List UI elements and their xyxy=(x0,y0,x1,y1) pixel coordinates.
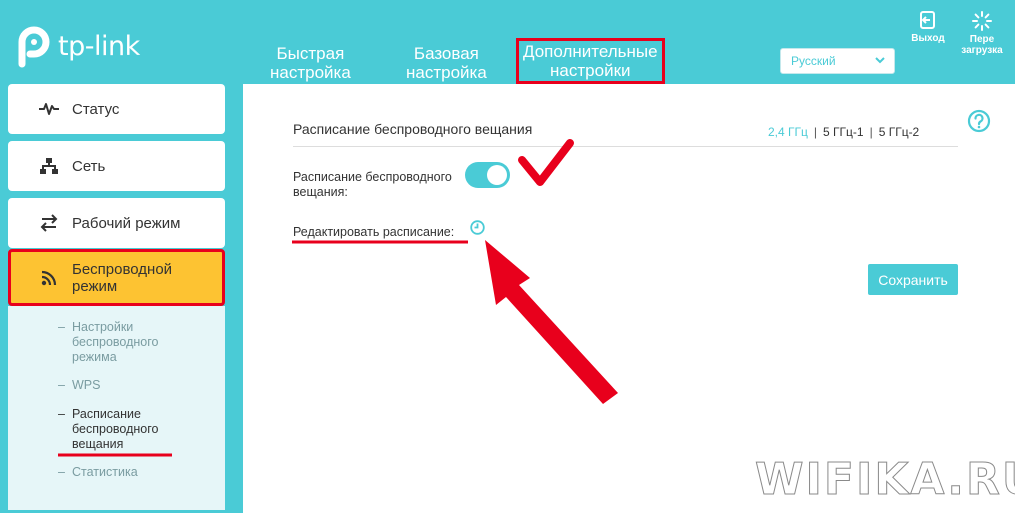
sidebar-item-status[interactable]: Статус xyxy=(8,84,225,134)
submenu-item-wireless-settings[interactable]: – Настройки беспроводного режима xyxy=(58,320,159,365)
reboot-label-line1: Пере xyxy=(969,34,995,45)
logo-text: tp-link xyxy=(58,30,140,62)
save-button[interactable]: Сохранить xyxy=(868,264,958,295)
pulse-icon xyxy=(38,102,60,116)
tp-link-logo: tp-link xyxy=(8,24,140,68)
help-button[interactable] xyxy=(967,109,991,133)
main-panel xyxy=(243,84,1015,513)
sidebar-item-network-label: Сеть xyxy=(72,157,106,175)
watermark: WIFIKA.RU xyxy=(755,454,1015,505)
band-2-4ghz[interactable]: 2,4 ГГц xyxy=(768,125,808,139)
submenu-item-wireless-schedule[interactable]: – Расписание беспроводного вещания xyxy=(58,407,159,452)
band-selector: 2,4 ГГц | 5 ГГц-1 | 5 ГГц-2 xyxy=(768,125,920,139)
language-select[interactable]: Русский xyxy=(780,48,895,74)
edit-schedule-label: Редактировать расписание: xyxy=(293,225,455,239)
logout-button[interactable]: Выход xyxy=(910,10,946,44)
schedule-label: Расписание беспроводного вещания: xyxy=(293,170,452,200)
reboot-button[interactable]: Пере загрузка xyxy=(956,10,1008,56)
submenu-item-wps[interactable]: – WPS xyxy=(58,378,101,393)
tab-advanced-line1: Дополнительные xyxy=(523,42,658,61)
submenu-item-statistics[interactable]: – Статистика xyxy=(58,465,138,480)
help-icon xyxy=(967,109,991,133)
section-divider xyxy=(293,146,958,147)
band-5ghz-1[interactable]: 5 ГГц-1 xyxy=(823,125,864,139)
tp-link-logo-icon xyxy=(18,26,50,68)
submenu-line: беспроводного xyxy=(72,335,159,349)
swap-icon xyxy=(38,214,60,232)
reboot-label-line2: загрузка xyxy=(961,45,1003,56)
sidebar-item-wireless-line2: режим xyxy=(72,277,118,295)
tab-quick-setup-line2: настройка xyxy=(270,63,351,82)
submenu-line: режима xyxy=(72,350,117,364)
tab-basic[interactable]: Базовая настройка xyxy=(406,44,487,82)
reboot-icon xyxy=(972,11,992,31)
language-value: Русский xyxy=(791,54,836,68)
band-5ghz-2[interactable]: 5 ГГц-2 xyxy=(879,125,920,139)
tab-basic-line2: настройка xyxy=(406,63,487,82)
wifi-icon xyxy=(38,269,60,287)
edit-schedule-button[interactable] xyxy=(470,220,485,235)
toggle-knob xyxy=(487,165,507,185)
tab-quick-setup-line1: Быстрая xyxy=(276,44,345,63)
sidebar-item-operation-mode[interactable]: Рабочий режим xyxy=(8,198,225,248)
sidebar-item-wireless-line1: Беспроводной xyxy=(72,260,173,278)
sidebar-item-wireless[interactable]: Беспроводной режим xyxy=(8,249,225,306)
chevron-down-icon xyxy=(874,53,886,70)
submenu-line: WPS xyxy=(72,378,101,392)
submenu-line: беспроводного xyxy=(72,422,159,436)
network-icon xyxy=(38,157,60,175)
submenu-line: вещания xyxy=(72,437,124,451)
submenu-line: Расписание xyxy=(72,407,141,421)
page-title: Расписание беспроводного вещания xyxy=(293,121,533,137)
logout-label: Выход xyxy=(911,33,945,44)
schedule-toggle[interactable] xyxy=(465,162,510,188)
sidebar-item-wireless-label: Беспроводной режим xyxy=(72,261,172,295)
sidebar-item-network[interactable]: Сеть xyxy=(8,141,225,191)
schedule-label-line1: Расписание беспроводного xyxy=(293,170,452,184)
tab-basic-line1: Базовая xyxy=(413,44,479,63)
submenu-line: Статистика xyxy=(72,465,138,479)
tab-advanced[interactable]: Дополнительные настройки xyxy=(516,38,665,84)
tab-quick-setup[interactable]: Быстрая настройка xyxy=(270,44,351,82)
clock-icon xyxy=(470,220,485,235)
tab-advanced-line2: настройки xyxy=(550,61,631,80)
schedule-label-line2: вещания: xyxy=(293,185,348,199)
sidebar-item-operation-mode-label: Рабочий режим xyxy=(72,214,181,232)
logout-icon xyxy=(920,11,935,29)
submenu-line: Настройки xyxy=(72,320,134,334)
sidebar-item-status-label: Статус xyxy=(72,100,120,118)
